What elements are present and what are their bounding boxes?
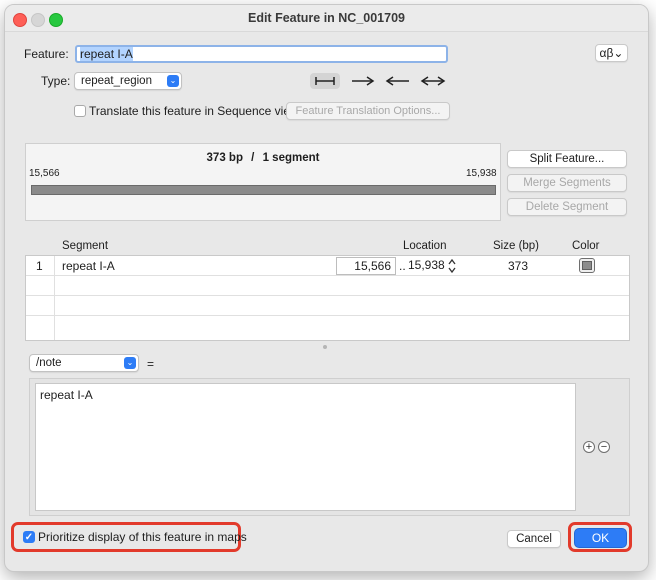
feature-name-value: repeat I-A (80, 47, 133, 61)
qualifier-popup[interactable]: /note ⌄ (29, 354, 139, 372)
type-label: Type: (41, 74, 71, 88)
segments-table: 1 repeat I-A 15,566 .. 15,938 373 (25, 255, 630, 341)
chevron-updown-icon: ⌄ (167, 75, 179, 87)
merge-segments-button[interactable]: Merge Segments (507, 174, 627, 192)
window-title: Edit Feature in NC_001709 (247, 11, 405, 25)
bar-both-ends-icon (315, 77, 335, 85)
arrow-both-icon (420, 76, 446, 86)
segment-bar[interactable] (31, 185, 496, 195)
location-column-header[interactable]: Location (403, 240, 446, 252)
title-bar: Edit Feature in NC_001709 (5, 5, 648, 32)
map-summary-segments: 1 segment (262, 152, 320, 164)
type-popup[interactable]: repeat_region ⌄ (74, 72, 182, 90)
direction-none-button[interactable] (310, 73, 340, 89)
feature-translation-options-button[interactable]: Feature Translation Options... (286, 102, 450, 120)
direction-reverse-button[interactable] (383, 73, 413, 89)
color-swatch (582, 261, 592, 270)
feature-name-input[interactable]: repeat I-A (75, 45, 448, 63)
row-index: 1 (36, 259, 43, 273)
segment-color-well[interactable] (579, 258, 595, 273)
direction-forward-button[interactable] (348, 73, 378, 89)
prioritize-label: Prioritize display of this feature in ma… (38, 530, 247, 544)
remove-qualifier-button[interactable]: − (598, 441, 610, 453)
table-row-empty (26, 296, 629, 316)
ok-button[interactable]: OK (574, 528, 627, 548)
map-summary-bp: 373 bp (206, 152, 243, 164)
table-row-empty (26, 316, 629, 336)
qualifier-value-textarea[interactable]: repeat I-A (35, 383, 576, 511)
location-dots: .. (399, 259, 406, 273)
qualifier-equals: = (147, 357, 155, 371)
table-row-empty (26, 276, 629, 296)
table-row[interactable]: 1 repeat I-A 15,566 .. 15,938 373 (26, 256, 629, 276)
arrow-right-icon (352, 76, 375, 86)
location-stepper[interactable] (447, 257, 457, 275)
segment-start-input[interactable]: 15,566 (336, 257, 396, 275)
edit-feature-window: Edit Feature in NC_001709 Feature: repea… (4, 4, 649, 572)
feature-label: Feature: (24, 47, 69, 61)
row-size: 373 (508, 259, 529, 273)
split-view-handle[interactable] (323, 345, 327, 349)
add-qualifier-button[interactable]: + (583, 441, 595, 453)
map-summary-separator: / (251, 152, 255, 164)
chevron-updown-icon: ⌄ (124, 357, 136, 369)
translate-label: Translate this feature in Sequence view (89, 104, 299, 118)
direction-both-button[interactable] (418, 73, 448, 89)
prioritize-checkbox[interactable]: ✓ (23, 531, 35, 543)
size-column-header[interactable]: Size (bp) (493, 240, 539, 252)
type-value: repeat_region (81, 75, 152, 87)
map-end-label: 15,938 (466, 168, 497, 179)
segment-end-input[interactable]: 15,938 (408, 257, 446, 275)
map-start-label: 15,566 (29, 168, 60, 179)
qualifier-name: /note (36, 357, 62, 369)
stepper-icon (448, 258, 456, 274)
row-segment-name: repeat I-A (62, 259, 115, 273)
color-column-header[interactable]: Color (572, 240, 599, 252)
arrow-left-icon (385, 76, 409, 86)
cancel-button[interactable]: Cancel (507, 530, 561, 548)
map-summary: 373 bp / 1 segment (25, 152, 501, 164)
translate-checkbox[interactable] (74, 105, 86, 117)
segment-column-header[interactable]: Segment (62, 240, 108, 252)
delete-segment-button[interactable]: Delete Segment (507, 198, 627, 216)
charset-button[interactable]: αβ⌄ (595, 44, 628, 62)
split-feature-button[interactable]: Split Feature... (507, 150, 627, 168)
